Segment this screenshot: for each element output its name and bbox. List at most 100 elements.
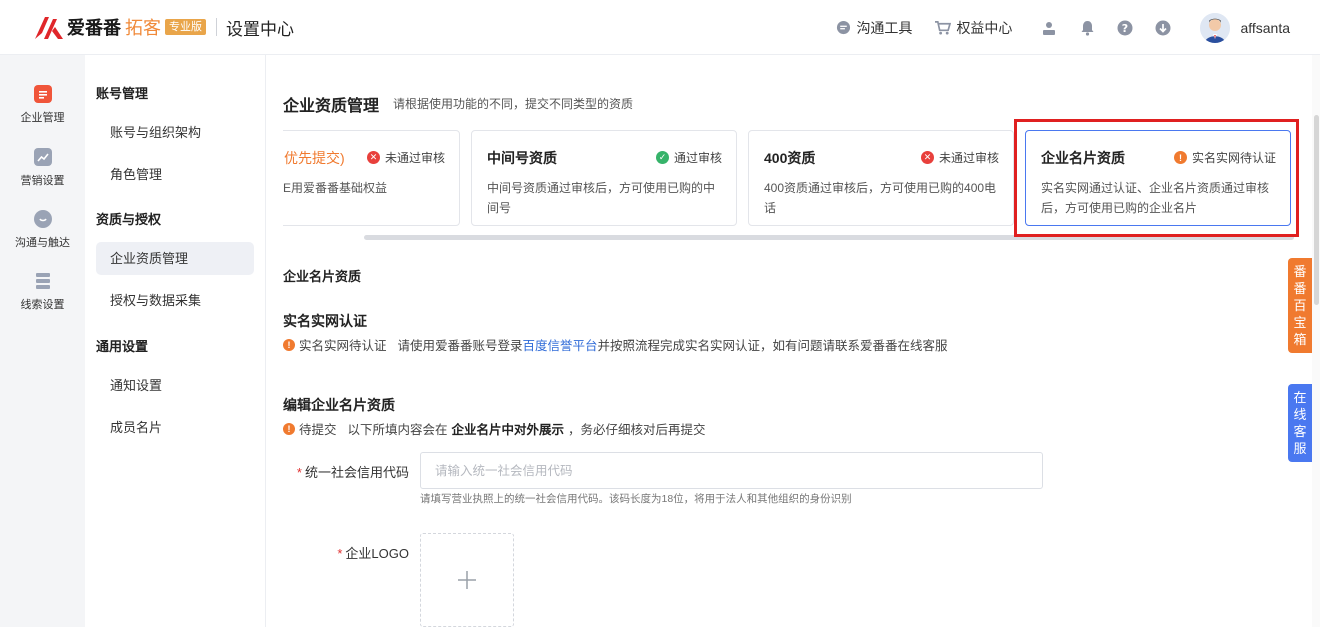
rail-item-enterprise[interactable]: 企业管理	[0, 85, 85, 125]
secondary-menu: 账号管理 账号与组织架构 角色管理 资质与授权 企业资质管理 授权与数据采集 通…	[85, 55, 266, 627]
required-mark: *	[296, 465, 302, 480]
edit-text-after: ，务必仔细核对后再提交	[568, 423, 706, 437]
page-scrollbar-thumb[interactable]	[1314, 115, 1319, 305]
rail-item-marketing[interactable]: 营销设置	[0, 148, 85, 188]
qualification-card-basic[interactable]: 优先提交) ✕ 未通过审核 E用爱番番基础权益	[283, 130, 460, 226]
benefits-center-label: 权益中心	[956, 19, 1013, 36]
page-title: 设置中心	[226, 19, 294, 39]
rail-label: 线索设置	[20, 299, 65, 311]
card-status-label: 未通过审核	[938, 151, 999, 165]
menu-item-enterprise-qualification[interactable]: 企业资质管理	[96, 242, 254, 275]
edit-text-bold: 企业名片中对外展示	[451, 423, 565, 437]
edit-title: 编辑企业名片资质	[283, 397, 395, 413]
svg-text:?: ?	[1122, 22, 1128, 35]
content-description: 请根据使用功能的不同，提交不同类型的资质	[393, 97, 634, 111]
rail-item-leads[interactable]: 线索设置	[0, 272, 85, 312]
card-desc: 中间号资质通过审核后，方可使用已购的中间号	[487, 181, 716, 215]
header-divider	[216, 18, 217, 36]
logo-label: * 企业LOGO	[286, 543, 409, 562]
credit-code-hint: 请填写营业执照上的统一社会信用代码。该码长度为18位，将用于法人和其他组织的身份…	[420, 493, 852, 505]
page-scrollbar[interactable]	[1312, 55, 1320, 627]
edit-status: 待提交	[299, 423, 337, 437]
menu-item-auth-data[interactable]: 授权与数据采集	[96, 284, 254, 317]
logo-upload[interactable]	[420, 533, 514, 627]
warning-icon: !	[1173, 151, 1187, 164]
rail-label: 营销设置	[20, 175, 65, 187]
comm-tools-label: 沟通工具	[856, 19, 913, 36]
header-actions: 沟通工具 权益中心 ? affsanta	[836, 0, 1320, 55]
section-heading: 企业名片资质	[283, 269, 362, 284]
realname-title: 实名实网认证	[283, 313, 367, 329]
baidu-credit-link[interactable]: 百度信誉平台	[523, 335, 598, 354]
leads-icon	[34, 272, 52, 290]
card-status: ✕ 未通过审核	[920, 149, 999, 166]
enterprise-icon	[33, 85, 52, 103]
download-icon[interactable]	[1154, 19, 1172, 37]
top-header: 爱番番 拓客 专业版 设置中心 沟通工具 权益中心 ? affsanta	[0, 0, 1320, 55]
brand-logo[interactable]: 爱番番 拓客 专业版 设置中心	[33, 13, 294, 41]
content-title: 企业资质管理	[283, 98, 380, 115]
card-desc: 400资质通过审核后，方可使用已购的400电话	[764, 181, 997, 215]
online-service-tab-label: 在线客服	[1293, 390, 1307, 456]
username[interactable]: affsanta	[1240, 20, 1290, 36]
communication-icon	[33, 210, 52, 228]
credit-code-input[interactable]	[420, 452, 1043, 489]
menu-group-general: 通用设置	[96, 339, 149, 354]
menu-item-notifications[interactable]: 通知设置	[96, 369, 254, 402]
rail-label: 沟通与触达	[15, 237, 70, 249]
card-status-label: 实名实网待认证	[1191, 151, 1276, 165]
credit-code-label: * 统一社会信用代码	[286, 462, 409, 481]
plus-icon	[458, 571, 476, 589]
realname-status: 实名实网待认证	[299, 339, 387, 353]
realname-notice: ! 实名实网待认证 请使用爱番番账号登录 百度信誉平台 并按照流程完成实名实网认…	[283, 335, 948, 354]
card-status-label: 通过审核	[673, 151, 722, 165]
credit-code-label-text: 统一社会信用代码	[304, 465, 409, 480]
marketing-icon	[33, 148, 52, 166]
menu-item-member-card[interactable]: 成员名片	[96, 411, 254, 444]
realname-text-after: 并按照流程完成实名实网认证，如有问题请联系爱番番在线客服	[597, 339, 948, 353]
bell-icon[interactable]	[1078, 19, 1096, 37]
cart-icon	[935, 21, 952, 35]
qualification-card-400[interactable]: 400资质 ✕ 未通过审核 400资质通过审核后，方可使用已购的400电话	[748, 130, 1014, 226]
menu-group-account: 账号管理	[96, 86, 149, 101]
brand-name: 爱番番	[67, 18, 121, 38]
avatar[interactable]	[1200, 12, 1231, 43]
menu-item-account-org[interactable]: 账号与组织架构	[96, 116, 254, 149]
comm-tools-link[interactable]: 沟通工具	[836, 18, 912, 38]
card-status: ✕ 未通过审核	[366, 149, 445, 166]
help-icon[interactable]: ?	[1116, 19, 1134, 37]
edit-notice: ! 待提交 以下所填内容会在 企业名片中对外展示 ，务必仔细核对后再提交	[283, 419, 706, 438]
toolbox-tab[interactable]: 番番百宝箱	[1288, 258, 1312, 353]
warning-icon: !	[283, 338, 295, 351]
card-status: ✓ 通过审核	[655, 149, 722, 166]
error-icon: ✕	[366, 151, 380, 164]
logo-label-text: 企业LOGO	[345, 546, 409, 561]
brand-logo-icon	[35, 17, 63, 39]
download-tray-icon[interactable]	[1040, 19, 1058, 37]
edition-badge: 专业版	[165, 19, 206, 35]
primary-nav-rail: 企业管理 营销设置 沟通与触达 线索设置	[0, 55, 85, 627]
warning-icon: !	[283, 422, 295, 435]
required-mark: *	[337, 546, 343, 561]
qualification-cards: 优先提交) ✕ 未通过审核 E用爱番番基础权益 中间号资质 ✓ 通过审核 中间号…	[283, 130, 1293, 240]
card-desc: E用爱番番基础权益	[283, 181, 388, 195]
main-content: 企业资质管理 请根据使用功能的不同，提交不同类型的资质 优先提交) ✕ 未通过审…	[266, 55, 1320, 627]
error-icon: ✕	[920, 151, 934, 164]
realname-text-before: 请使用爱番番账号登录	[397, 339, 523, 353]
menu-group-qualification: 资质与授权	[96, 212, 162, 227]
qualification-card-middle-number[interactable]: 中间号资质 ✓ 通过审核 中间号资质通过审核后，方可使用已购的中间号	[471, 130, 737, 226]
card-desc: 实名实网通过认证、企业名片资质通过审核后，方可使用已购的企业名片	[1041, 181, 1270, 215]
edit-text-before: 以下所填内容会在	[347, 423, 448, 437]
toolbox-tab-label: 番番百宝箱	[1293, 264, 1307, 347]
card-status-label: 未通过审核	[384, 151, 445, 165]
check-icon: ✓	[655, 151, 669, 164]
rail-item-communication[interactable]: 沟通与触达	[0, 210, 85, 250]
online-service-tab[interactable]: 在线客服	[1288, 384, 1312, 462]
qualification-card-enterprise-card[interactable]: 企业名片资质 ! 实名实网待认证 实名实网通过认证、企业名片资质通过审核后，方可…	[1025, 130, 1291, 226]
card-status: ! 实名实网待认证	[1173, 149, 1276, 166]
menu-item-roles[interactable]: 角色管理	[96, 158, 254, 191]
product-name: 拓客	[125, 18, 161, 38]
chat-icon	[837, 20, 851, 35]
benefits-center-link[interactable]: 权益中心	[934, 18, 1012, 38]
cards-horizontal-scrollbar[interactable]	[364, 235, 1294, 240]
